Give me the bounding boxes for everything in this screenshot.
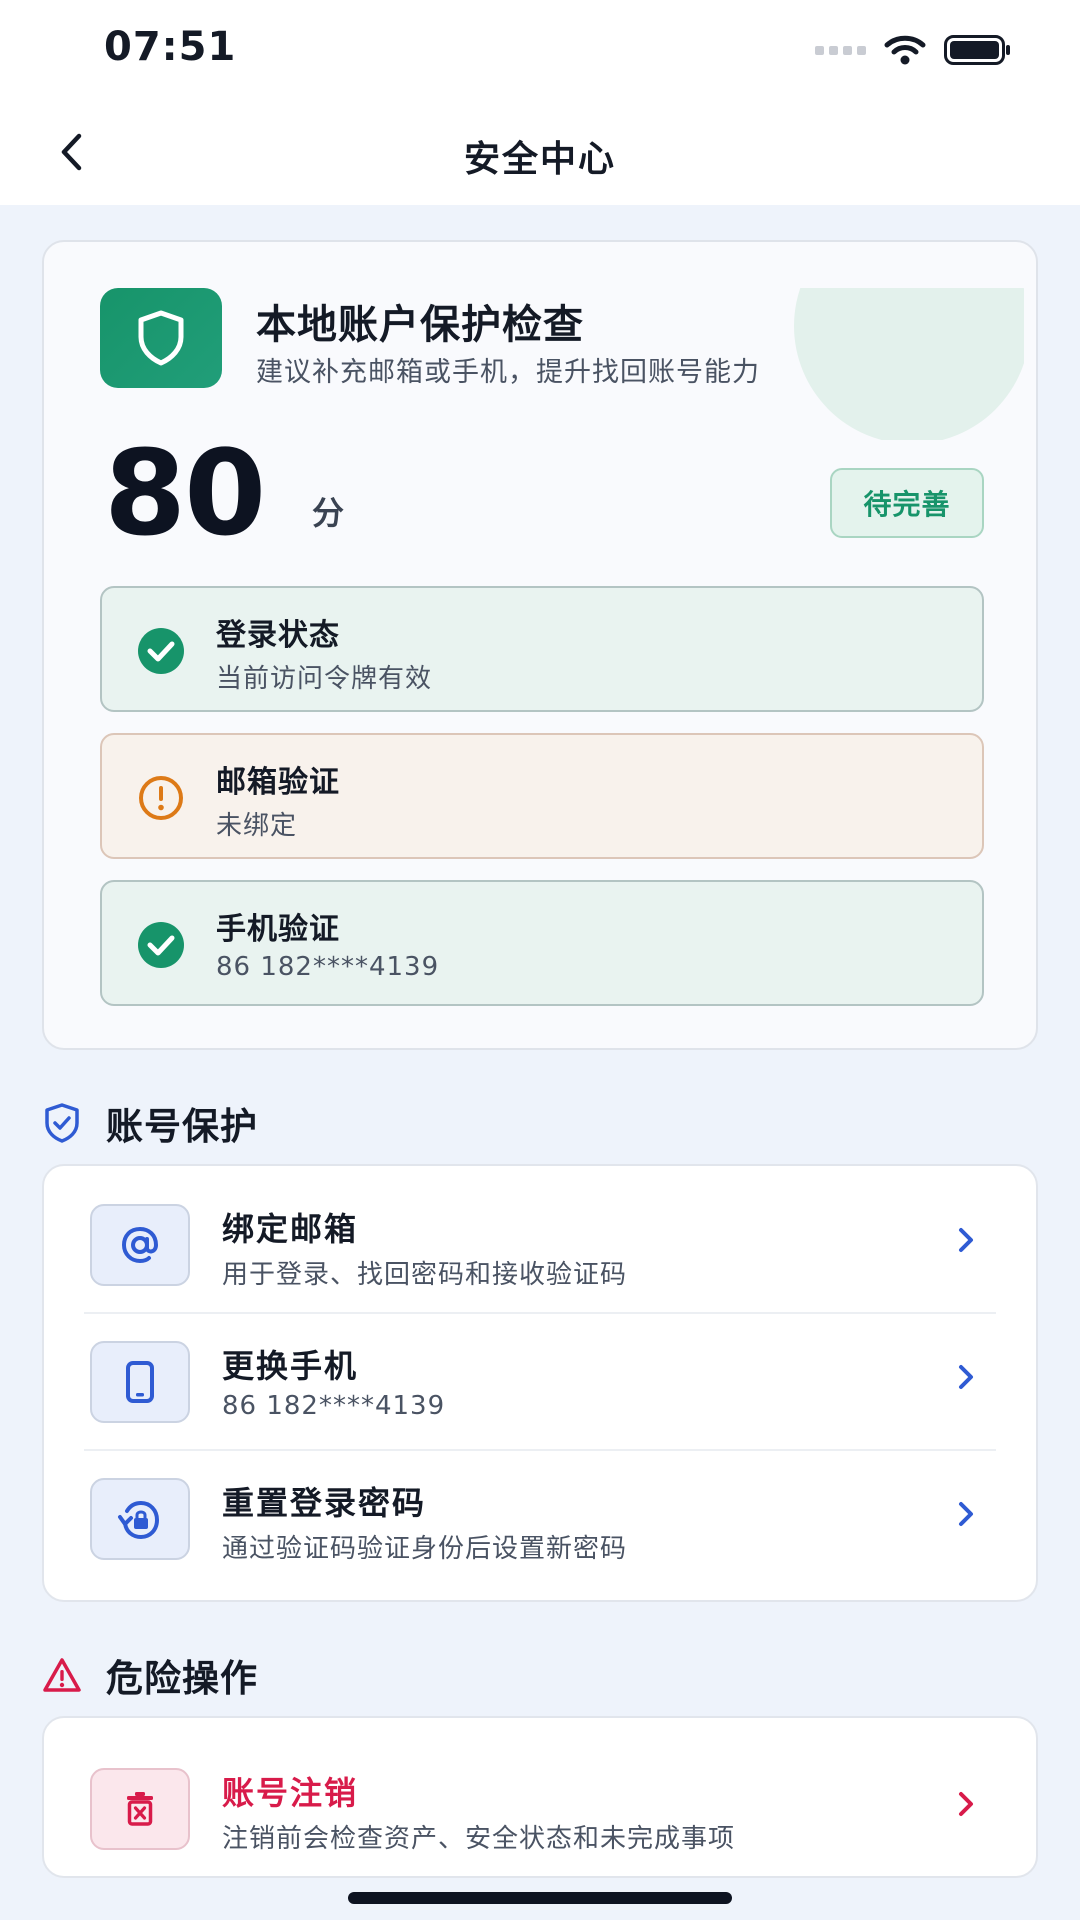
check-desc: 未绑定: [216, 811, 298, 841]
check-title: 登录状态: [216, 618, 340, 653]
shield-icon: [138, 310, 184, 366]
account-protection-list: 绑定邮箱 用于登录、找回密码和接收验证码 更换手机 86 182****4139: [42, 1164, 1038, 1602]
check-item-login: 登录状态 当前访问令牌有效: [100, 586, 984, 712]
section-title: 账号保护: [106, 1105, 258, 1148]
row-icon-tile: [90, 1478, 190, 1560]
score-unit: 分: [312, 494, 345, 532]
check-desc: 当前访问令牌有效: [216, 664, 433, 694]
check-item-email: 邮箱验证 未绑定: [100, 733, 984, 859]
change-phone-row[interactable]: 更换手机 86 182****4139: [44, 1303, 1036, 1439]
row-icon-tile: [90, 1341, 190, 1423]
check-title: 邮箱验证: [216, 765, 340, 800]
delete-account-row[interactable]: 账号注销 注销前会检查资产、安全状态和未完成事项: [44, 1730, 1036, 1866]
warning-circle-icon: [139, 776, 183, 820]
chevron-right-icon: [959, 1502, 973, 1526]
check-circle-icon: [138, 628, 184, 674]
bind-email-row[interactable]: 绑定邮箱 用于登录、找回密码和接收验证码: [44, 1166, 1036, 1302]
section-heading-account-protection: 账号保护: [42, 1096, 258, 1150]
chevron-right-icon: [959, 1792, 973, 1816]
check-desc: 86 182****4139: [216, 952, 440, 982]
row-title: 重置登录密码: [222, 1484, 427, 1522]
check-item-phone: 手机验证 86 182****4139: [100, 880, 984, 1006]
row-icon-tile: [90, 1768, 190, 1850]
chevron-right-icon: [959, 1365, 973, 1389]
check-circle-icon: [138, 922, 184, 968]
row-desc: 注销前会检查资产、安全状态和未完成事项: [222, 1824, 736, 1854]
section-heading-danger-zone: 危险操作: [42, 1648, 258, 1702]
nav-bar: 安全中心: [0, 100, 1080, 205]
row-desc: 通过验证码验证身份后设置新密码: [222, 1534, 628, 1564]
phone-icon: [126, 1361, 154, 1403]
status-time: 07:51: [104, 24, 237, 70]
decorative-circle: [752, 288, 1024, 440]
security-score-card: 本地账户保护检查 建议补充邮箱或手机，提升找回账号能力 80 分 待完善 登录状…: [42, 240, 1038, 1050]
row-desc: 用于登录、找回密码和接收验证码: [222, 1260, 628, 1290]
status-icons: [815, 34, 1012, 66]
security-score: 80: [104, 424, 266, 562]
section-title: 危险操作: [106, 1657, 258, 1700]
reset-password-row[interactable]: 重置登录密码 通过验证码验证身份后设置新密码: [44, 1440, 1036, 1576]
row-title: 账号注销: [222, 1774, 359, 1812]
card-subtitle: 建议补充邮箱或手机，提升找回账号能力: [256, 357, 760, 388]
cellular-signal-icon: [815, 45, 866, 55]
home-indicator: [348, 1892, 732, 1904]
row-title: 绑定邮箱: [222, 1210, 359, 1248]
row-desc: 86 182****4139: [222, 1391, 446, 1421]
row-icon-tile: [90, 1204, 190, 1286]
shield-tile: [100, 288, 222, 388]
lock-reset-icon: [118, 1500, 160, 1540]
warning-triangle-icon: [43, 1658, 81, 1692]
shield-check-icon: [45, 1103, 79, 1143]
delete-account-icon: [127, 1792, 153, 1826]
status-badge: 待完善: [830, 468, 984, 538]
card-title: 本地账户保护检查: [256, 302, 584, 348]
status-bar: 07:51: [0, 0, 1080, 100]
check-title: 手机验证: [216, 912, 340, 947]
wifi-icon: [884, 35, 926, 65]
battery-icon: [944, 35, 1010, 65]
page-title: 安全中心: [463, 139, 616, 180]
row-title: 更换手机: [222, 1347, 359, 1385]
chevron-right-icon: [959, 1228, 973, 1252]
danger-zone-list: 账号注销 注销前会检查资产、安全状态和未完成事项: [42, 1716, 1038, 1878]
at-sign-icon: [121, 1226, 159, 1264]
